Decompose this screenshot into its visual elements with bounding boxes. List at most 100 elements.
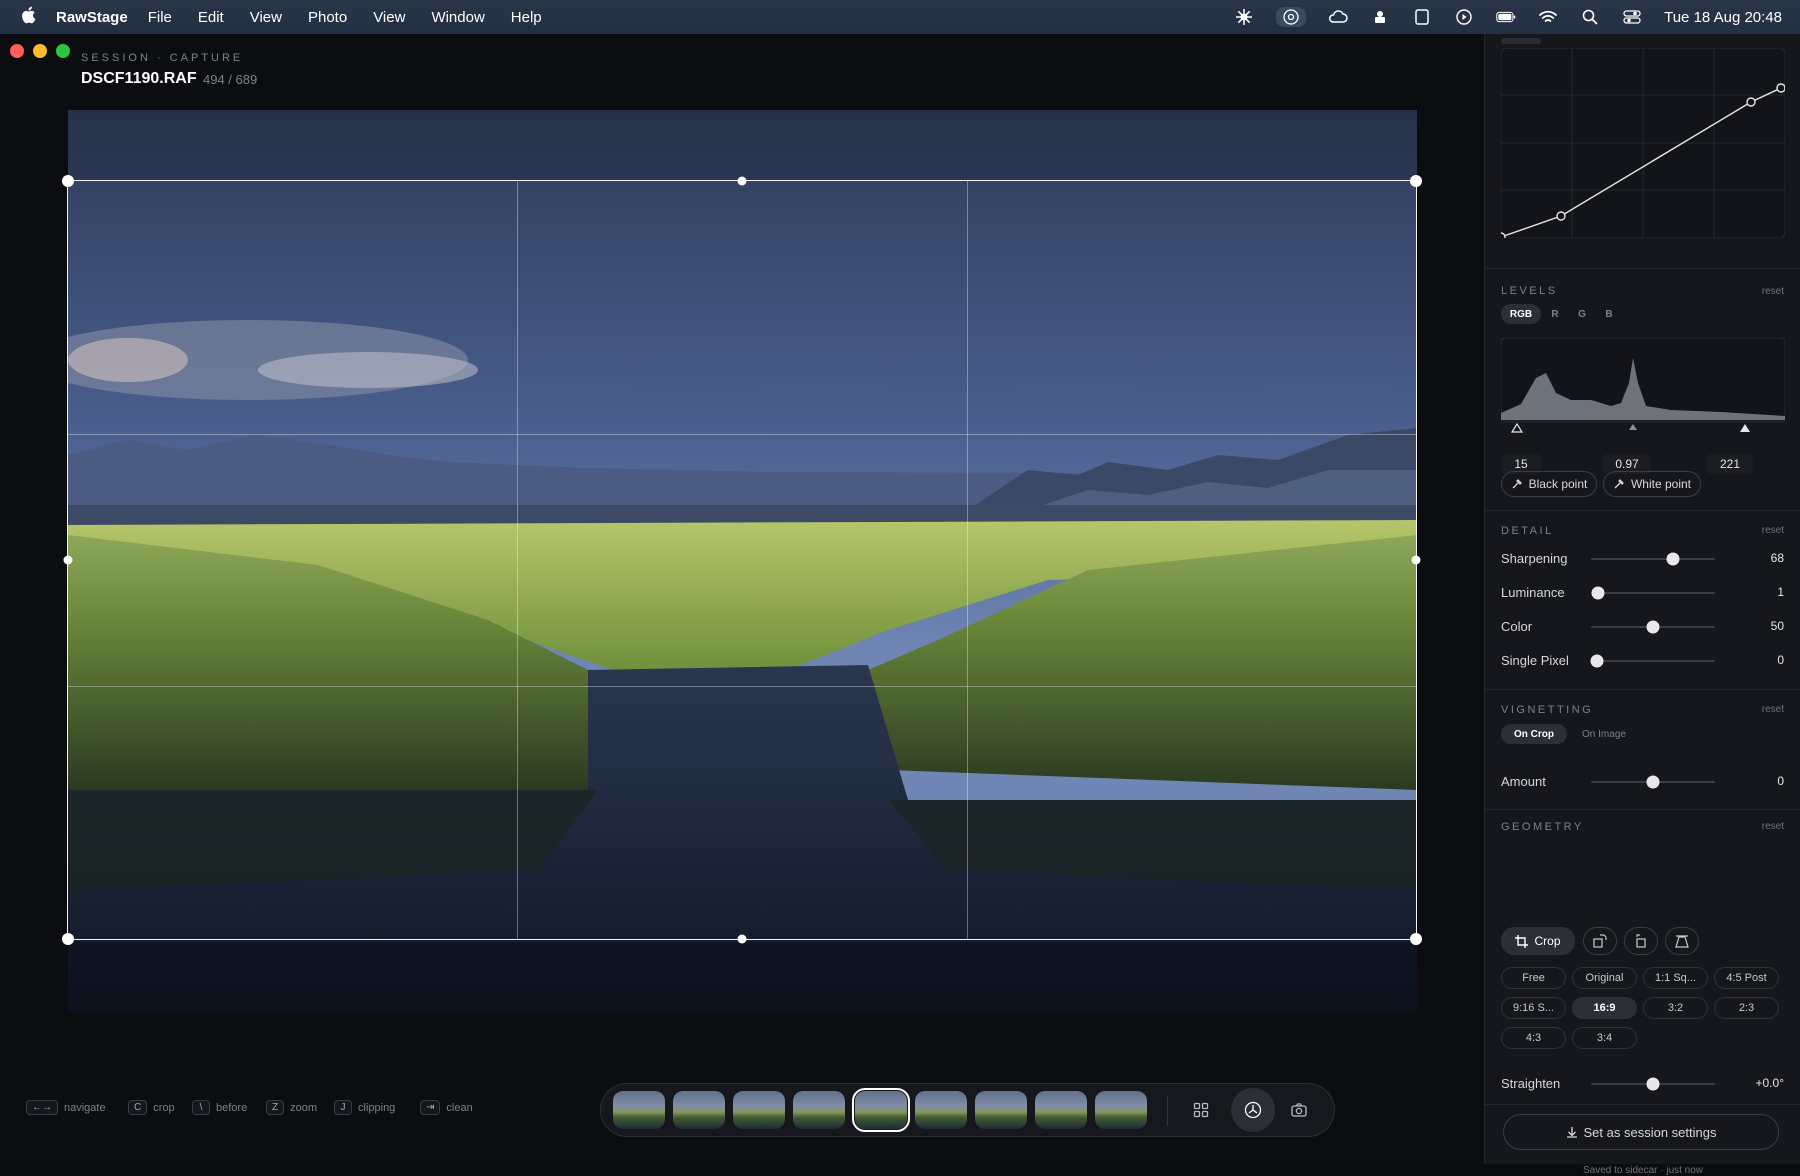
color-slider[interactable]: [1591, 620, 1715, 634]
filmstrip-thumbnail[interactable]: [1035, 1091, 1087, 1129]
apple-menu-icon[interactable]: [0, 6, 56, 29]
channel-g[interactable]: G: [1572, 304, 1592, 324]
crop-handle-bottom-left[interactable]: [62, 933, 74, 945]
ratio-4-5[interactable]: 4:5 Post: [1714, 967, 1779, 989]
document-icon[interactable]: [1412, 7, 1432, 27]
luminance-slider[interactable]: [1591, 586, 1715, 600]
crop-handle-top[interactable]: [737, 176, 747, 186]
filmstrip-thumbnail[interactable]: [915, 1091, 967, 1129]
ratio-original[interactable]: Original: [1572, 967, 1637, 989]
ratio-9-16[interactable]: 9:16 S...: [1501, 997, 1566, 1019]
menu-window[interactable]: Window: [431, 9, 484, 26]
grid-view-icon[interactable]: [1183, 1092, 1219, 1128]
ratio-3-4[interactable]: 3:4: [1572, 1027, 1637, 1049]
slider-knob[interactable]: [1591, 586, 1605, 600]
saved-status: Saved to sidecar · just now: [1582, 1165, 1704, 1176]
control-center-icon[interactable]: [1622, 7, 1642, 27]
levels-reset[interactable]: reset: [1762, 286, 1784, 297]
ratio-1-1[interactable]: 1:1 Sq...: [1643, 967, 1708, 989]
menubar-clock[interactable]: Tue 18 Aug 20:48: [1664, 9, 1782, 26]
minimize-window-button[interactable]: [33, 44, 47, 58]
at-sign-icon[interactable]: [1276, 7, 1307, 27]
crop-handle-top-left[interactable]: [62, 175, 74, 187]
filmstrip-thumbnail[interactable]: [673, 1091, 725, 1129]
cloud-icon[interactable]: [1328, 7, 1348, 27]
crop-icon: [1515, 934, 1529, 948]
slider-knob[interactable]: [1590, 654, 1604, 668]
search-icon[interactable]: [1580, 7, 1600, 27]
perspective-icon[interactable]: [1665, 927, 1699, 955]
ratio-2-3[interactable]: 2:3: [1714, 997, 1779, 1019]
sharpening-slider[interactable]: [1591, 552, 1715, 566]
vignetting-reset[interactable]: reset: [1762, 704, 1784, 715]
set-session-settings-button[interactable]: Set as session settings: [1503, 1114, 1779, 1150]
tone-curve-graph[interactable]: [1501, 48, 1785, 238]
crop-handle-bottom[interactable]: [737, 934, 747, 944]
shortcut-clipping: Jclipping: [334, 1100, 395, 1115]
crop-tool-button[interactable]: Crop: [1501, 927, 1575, 955]
filmstrip-thumbnail-selected[interactable]: [852, 1088, 910, 1132]
amount-value[interactable]: 0: [1777, 774, 1784, 788]
slider-knob[interactable]: [1646, 1077, 1660, 1091]
shortcut-key: ⇥: [420, 1100, 441, 1115]
vignette-on-crop[interactable]: On Crop: [1501, 724, 1567, 744]
zoom-window-button[interactable]: [56, 44, 70, 58]
ratio-16-9[interactable]: 16:9: [1572, 997, 1637, 1019]
straighten-slider[interactable]: [1591, 1077, 1715, 1091]
channel-r[interactable]: R: [1545, 304, 1565, 324]
camera-icon[interactable]: [1281, 1092, 1317, 1128]
filmstrip-thumbnail[interactable]: [613, 1091, 665, 1129]
geometry-reset[interactable]: reset: [1762, 821, 1784, 832]
ratio-free[interactable]: Free: [1501, 967, 1566, 989]
filmstrip-thumbnail[interactable]: [1095, 1091, 1147, 1129]
menu-view[interactable]: View: [250, 9, 282, 26]
rotate-icon[interactable]: [1583, 927, 1617, 955]
close-window-button[interactable]: [10, 44, 24, 58]
stamp-icon[interactable]: [1370, 7, 1390, 27]
menu-help[interactable]: Help: [511, 9, 542, 26]
channel-b[interactable]: B: [1599, 304, 1619, 324]
shortcut-key: C: [128, 1100, 148, 1115]
shortcut-crop: Ccrop: [128, 1100, 175, 1115]
menu-photo[interactable]: Photo: [308, 9, 347, 26]
amount-slider[interactable]: [1591, 775, 1715, 789]
levels-white-input[interactable]: 221: [1707, 454, 1753, 474]
vignette-on-image[interactable]: On Image: [1571, 724, 1637, 744]
filmstrip-thumbnail[interactable]: [733, 1091, 785, 1129]
detail-reset[interactable]: reset: [1762, 525, 1784, 536]
ratio-3-2[interactable]: 3:2: [1643, 997, 1708, 1019]
white-point-button[interactable]: White point: [1603, 471, 1701, 497]
crop-grid-line-h1: [68, 433, 1416, 435]
crop-handle-left[interactable]: [63, 555, 73, 565]
slider-knob[interactable]: [1646, 775, 1660, 789]
menu-edit[interactable]: Edit: [198, 9, 224, 26]
flip-icon[interactable]: [1624, 927, 1658, 955]
color-value[interactable]: 50: [1771, 619, 1784, 633]
straighten-value[interactable]: +0.0°: [1756, 1076, 1785, 1090]
wifi-icon[interactable]: [1538, 7, 1558, 27]
filmstrip-thumbnail[interactable]: [975, 1091, 1027, 1129]
filmstrip-thumbnail[interactable]: [793, 1091, 845, 1129]
play-icon[interactable]: [1454, 7, 1474, 27]
single-pixel-slider[interactable]: [1590, 654, 1715, 668]
black-point-button[interactable]: Black point: [1501, 471, 1597, 497]
crop-handle-top-right[interactable]: [1410, 175, 1422, 187]
ratio-4-3[interactable]: 4:3: [1501, 1027, 1566, 1049]
download-icon: [1566, 1127, 1577, 1138]
crop-handle-bottom-right[interactable]: [1410, 933, 1422, 945]
menu-view-2[interactable]: View: [373, 9, 405, 26]
develop-view-icon[interactable]: [1231, 1088, 1275, 1132]
app-menu[interactable]: RawStage: [56, 9, 128, 26]
crop-frame[interactable]: [62, 175, 1422, 945]
slider-knob[interactable]: [1646, 620, 1660, 634]
slider-knob[interactable]: [1666, 552, 1680, 566]
brightness-icon[interactable]: [1234, 7, 1254, 27]
channel-rgb[interactable]: RGB: [1501, 304, 1541, 324]
luminance-value[interactable]: 1: [1777, 585, 1784, 599]
levels-histogram[interactable]: [1501, 338, 1785, 448]
menu-file[interactable]: File: [148, 9, 172, 26]
sharpening-value[interactable]: 68: [1771, 551, 1784, 565]
single-pixel-value[interactable]: 0: [1777, 653, 1784, 667]
crop-handle-right[interactable]: [1411, 555, 1421, 565]
color-label: Color: [1501, 619, 1533, 634]
